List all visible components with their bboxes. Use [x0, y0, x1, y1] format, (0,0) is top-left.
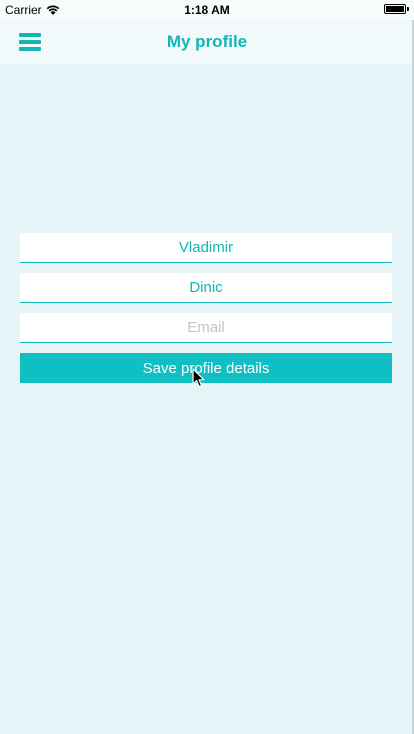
save-profile-button[interactable]: Save profile details — [20, 353, 392, 383]
navigation-bar: My profile — [0, 20, 414, 64]
first-name-field[interactable] — [20, 233, 392, 263]
status-time: 1:18 AM — [184, 3, 230, 17]
battery-level-fill — [386, 6, 404, 12]
battery-icon — [384, 4, 409, 14]
last-name-field[interactable] — [20, 273, 392, 303]
page-title: My profile — [166, 32, 248, 51]
email-field[interactable] — [20, 313, 392, 343]
status-bar: Carrier 1:18 AM — [0, 0, 414, 20]
